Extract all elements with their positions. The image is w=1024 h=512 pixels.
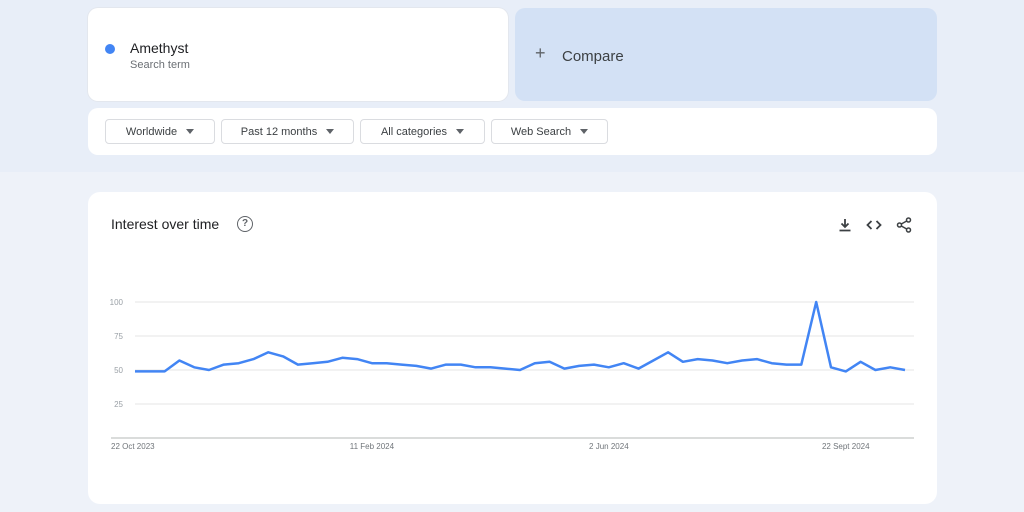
- series-color-dot: [105, 44, 115, 54]
- y-tick-label: 50: [114, 366, 123, 375]
- caret-down-icon: [186, 129, 195, 134]
- compare-button[interactable]: + Compare: [515, 8, 937, 101]
- interest-over-time-card: Interest over time ? 25 50 75 100 22 Oct 202…: [88, 192, 937, 504]
- plus-icon: +: [535, 43, 546, 63]
- y-tick-label: 75: [114, 332, 123, 341]
- x-tick-label: 11 Feb 2024: [350, 442, 395, 451]
- category-filter[interactable]: All categories: [360, 119, 485, 144]
- property-filter-label: Web Search: [510, 125, 572, 138]
- caret-down-icon: [580, 129, 589, 134]
- property-filter[interactable]: Web Search: [491, 119, 608, 144]
- x-tick-label: 22 Oct 2023: [111, 442, 155, 451]
- series-line: [135, 300, 906, 373]
- region-filter-label: Worldwide: [125, 125, 178, 138]
- region-filter[interactable]: Worldwide: [105, 119, 215, 144]
- search-term-card[interactable]: Amethyst Search term: [88, 8, 508, 101]
- search-term-name[interactable]: Amethyst: [130, 40, 188, 56]
- caret-down-icon: [456, 129, 465, 134]
- caret-down-icon: [326, 129, 335, 134]
- interest-chart: 25 50 75 100 22 Oct 2023 11 Feb 2024 2 Jun 202…: [110, 298, 914, 451]
- compare-label: Compare: [562, 48, 624, 65]
- y-tick-label: 100: [110, 298, 124, 307]
- search-term-subtitle: Search term: [130, 59, 190, 71]
- x-tick-label: 22 Sept 2024: [822, 442, 870, 451]
- filter-bar: Worldwide Past 12 months All categories …: [88, 108, 937, 155]
- time-filter-label: Past 12 months: [240, 125, 318, 138]
- x-tick-label: 2 Jun 2024: [589, 442, 629, 451]
- time-filter[interactable]: Past 12 months: [221, 119, 354, 144]
- category-filter-label: All categories: [380, 125, 448, 138]
- y-tick-label: 25: [114, 400, 123, 409]
